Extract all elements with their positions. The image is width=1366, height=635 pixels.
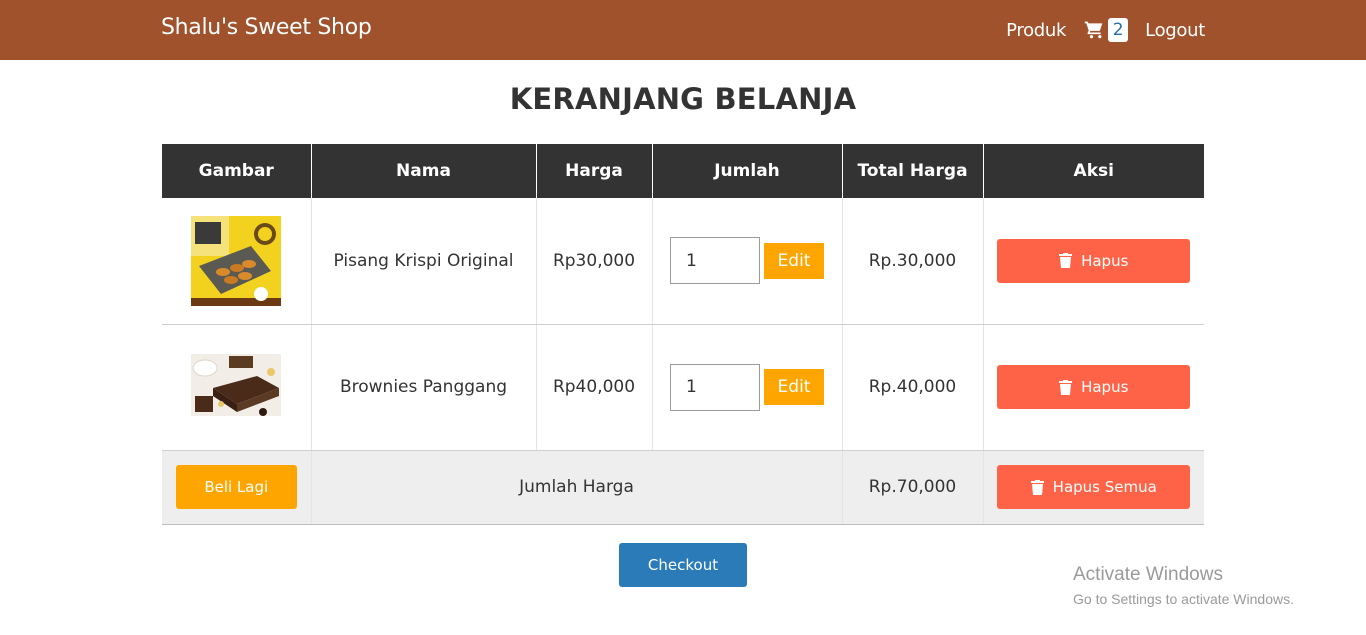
watermark-title: Activate Windows (1073, 564, 1223, 585)
table-header-row: Gambar Nama Harga Jumlah Total Harga Aks… (162, 144, 1204, 198)
cell-price: Rp40,000 (535, 324, 652, 451)
brand-title[interactable]: Shalu's Sweet Shop (161, 15, 372, 40)
checkout-button[interactable]: Checkout (619, 543, 747, 587)
cell-total: Rp.30,000 (841, 198, 983, 325)
brownies-panggang-product-image (191, 342, 282, 432)
trash-icon (1059, 253, 1073, 269)
cell-delete-all: Hapus Semua (982, 450, 1204, 525)
cell-price: Rp30,000 (535, 198, 652, 325)
nav-produk-link[interactable]: Produk (1006, 20, 1066, 41)
cell-image (162, 324, 311, 451)
cell-buy-again: Beli Lagi (162, 450, 311, 525)
header-gambar: Gambar (162, 144, 311, 198)
total-row: Beli Lagi Jumlah Harga Rp.70,000 Hapus S… (162, 450, 1204, 525)
quantity-input[interactable] (670, 237, 760, 285)
header-aksi: Aksi (982, 144, 1204, 198)
trash-icon (1059, 379, 1073, 395)
cell-image (162, 198, 311, 325)
page-title: KERANJANG BELANJA (509, 82, 857, 116)
nav-right: Produk 2 Logout (1006, 0, 1205, 60)
delete-button-label: Hapus (1081, 378, 1129, 396)
table-row: Brownies Panggang Rp40,000 Edit Rp.40,00… (162, 324, 1204, 451)
delete-all-button[interactable]: Hapus Semua (997, 465, 1191, 509)
quantity-group: Edit (653, 237, 842, 285)
navbar: Shalu's Sweet Shop Produk 2 Logout (0, 0, 1366, 60)
header-jumlah: Jumlah (651, 144, 842, 198)
cell-quantity: Edit (651, 324, 842, 451)
delete-button[interactable]: Hapus (997, 238, 1191, 283)
header-nama: Nama (310, 144, 536, 198)
cart-link[interactable]: 2 (1084, 18, 1129, 42)
pisang-krispi-product-image (191, 215, 282, 306)
sum-total: Rp.70,000 (841, 450, 983, 525)
delete-button[interactable]: Hapus (997, 365, 1191, 409)
sum-label: Jumlah Harga (310, 450, 842, 525)
nav-logout-link[interactable]: Logout (1145, 20, 1205, 41)
cart-table: Gambar Nama Harga Jumlah Total Harga Aks… (162, 144, 1204, 525)
edit-button[interactable]: Edit (764, 369, 824, 405)
buy-again-button[interactable]: Beli Lagi (175, 465, 297, 509)
table-row: Pisang Krispi Original Rp30,000 Edit Rp.… (162, 198, 1204, 325)
quantity-group: Edit (653, 363, 842, 411)
cart-count-badge: 2 (1108, 18, 1129, 42)
trash-icon (1030, 479, 1044, 495)
windows-activation-watermark: Activate Windows Go to Settings to activ… (1073, 564, 1294, 607)
cell-action: Hapus (982, 324, 1204, 451)
delete-button-label: Hapus (1081, 251, 1129, 270)
header-harga: Harga (535, 144, 652, 198)
cell-name: Brownies Panggang (310, 324, 536, 451)
cell-action: Hapus (982, 198, 1204, 325)
quantity-input[interactable] (670, 363, 760, 411)
delete-all-label: Hapus Semua (1052, 478, 1157, 496)
edit-button[interactable]: Edit (764, 242, 824, 279)
cell-quantity: Edit (651, 198, 842, 325)
shopping-cart-icon (1084, 21, 1103, 39)
header-total-harga: Total Harga (841, 144, 983, 198)
watermark-subtitle: Go to Settings to activate Windows. (1073, 591, 1294, 607)
cell-name: Pisang Krispi Original (310, 198, 536, 325)
cell-total: Rp.40,000 (841, 324, 983, 451)
